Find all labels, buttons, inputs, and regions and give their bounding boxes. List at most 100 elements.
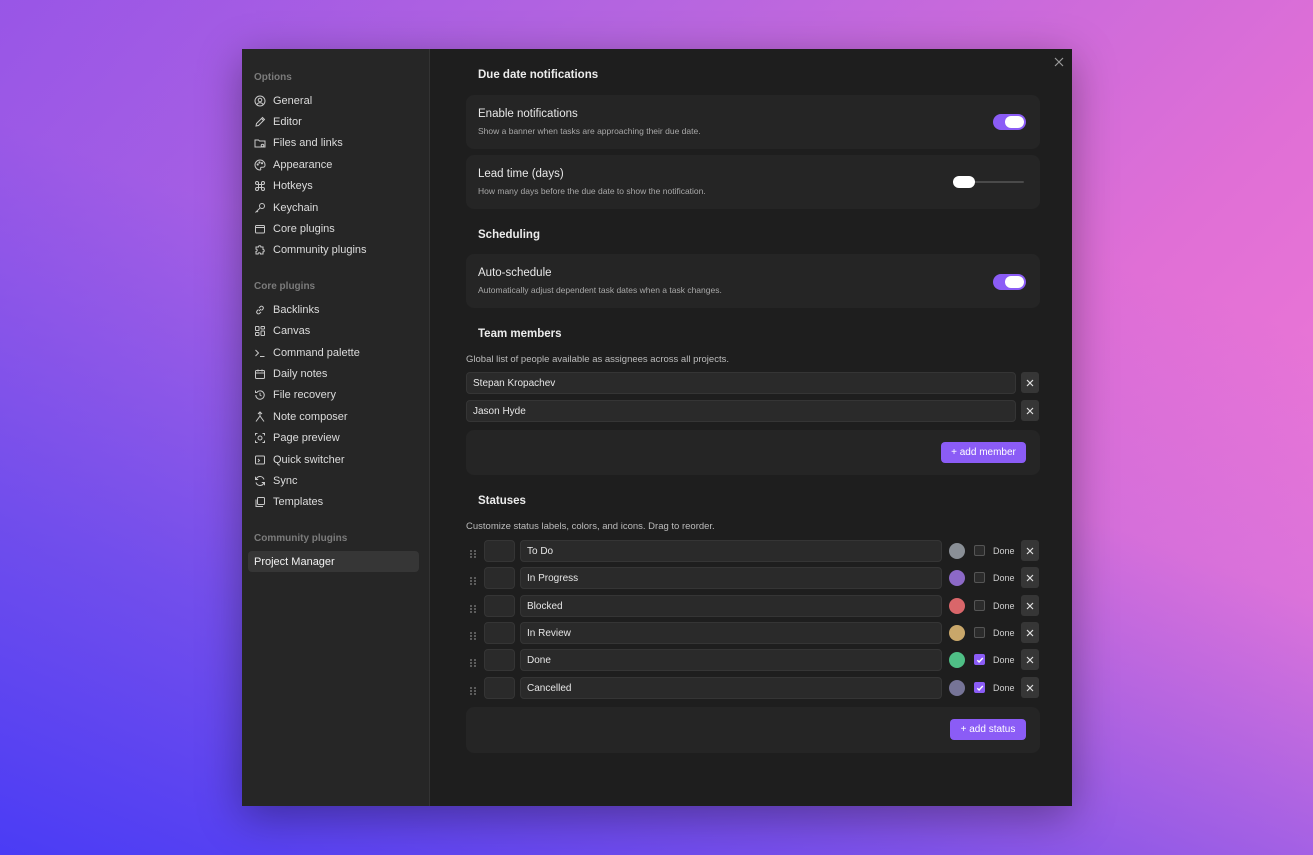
team-member-input[interactable]: Stepan Kropachev xyxy=(466,372,1016,394)
remove-status-button[interactable] xyxy=(1021,567,1039,588)
sidebar-item-label: Project Manager xyxy=(254,555,335,568)
sidebar-item-label: Appearance xyxy=(273,158,333,171)
lead-time-slider-thumb[interactable] xyxy=(953,176,975,188)
sidebar-item-general[interactable]: General xyxy=(248,90,419,111)
status-icon-picker[interactable] xyxy=(484,540,515,562)
status-done-checkbox[interactable] xyxy=(974,545,985,556)
sidebar-item-keychain[interactable]: Keychain xyxy=(248,197,419,218)
drag-handle-icon[interactable] xyxy=(469,628,477,640)
enable-notifications-toggle[interactable] xyxy=(993,114,1026,130)
sidebar-item-file-recovery[interactable]: File recovery xyxy=(248,385,419,406)
template-icon xyxy=(254,496,266,508)
remove-member-button[interactable] xyxy=(1021,400,1039,421)
sidebar-item-note-composer[interactable]: Note composer xyxy=(248,406,419,427)
status-label-input[interactable]: In Review xyxy=(520,622,942,644)
remove-status-button[interactable] xyxy=(1021,540,1039,561)
sidebar-item-community-plugins[interactable]: Community plugins xyxy=(248,240,419,261)
status-color-swatch[interactable] xyxy=(949,570,965,586)
sidebar-item-hotkeys[interactable]: Hotkeys xyxy=(248,176,419,197)
sidebar-item-backlinks[interactable]: Backlinks xyxy=(248,299,419,320)
status-label-input[interactable]: Blocked xyxy=(520,595,942,617)
remove-status-button[interactable] xyxy=(1021,649,1039,670)
terminal-icon xyxy=(254,347,266,359)
team-member-input[interactable]: Jason Hyde xyxy=(466,400,1016,422)
add-member-button[interactable]: + add member xyxy=(941,442,1026,463)
add-status-row: + add status xyxy=(466,707,1040,753)
pencil-icon xyxy=(254,116,266,128)
status-done-checkbox[interactable] xyxy=(974,572,985,583)
drag-handle-icon[interactable] xyxy=(469,683,477,695)
status-color-swatch[interactable] xyxy=(949,625,965,641)
close-icon xyxy=(1026,656,1034,663)
sidebar-item-page-preview[interactable]: Page preview xyxy=(248,427,419,448)
status-done-label: Done xyxy=(993,546,1015,556)
remove-status-button[interactable] xyxy=(1021,677,1039,698)
sidebar-heading: Options xyxy=(254,72,292,83)
sidebar-item-project-manager[interactable]: Project Manager xyxy=(248,551,419,573)
setting-description: How many days before the due date to sho… xyxy=(478,186,706,196)
sidebar-item-label: Files and links xyxy=(273,137,343,150)
sidebar-item-label: General xyxy=(273,94,313,107)
section-title-statuses: Statuses xyxy=(478,495,526,507)
status-done-label: Done xyxy=(993,573,1015,583)
status-done-label: Done xyxy=(993,628,1015,638)
sidebar-item-daily-notes[interactable]: Daily notes xyxy=(248,363,419,384)
status-label-input[interactable]: To Do xyxy=(520,540,942,562)
status-done-checkbox[interactable] xyxy=(974,627,985,638)
status-done-checkbox[interactable] xyxy=(974,600,985,611)
sidebar-item-label: Backlinks xyxy=(273,303,320,316)
status-icon-picker[interactable] xyxy=(484,595,515,617)
sidebar-item-editor[interactable]: Editor xyxy=(248,111,419,132)
calendar-icon xyxy=(254,368,266,380)
settings-modal: Options General Editor Files and links A… xyxy=(242,49,1072,806)
status-icon-picker[interactable] xyxy=(484,567,515,589)
status-icon-picker[interactable] xyxy=(484,677,515,699)
status-color-swatch[interactable] xyxy=(949,598,965,614)
drag-handle-icon[interactable] xyxy=(469,573,477,585)
status-color-swatch[interactable] xyxy=(949,543,965,559)
status-color-swatch[interactable] xyxy=(949,680,965,696)
setting-title: Auto-schedule xyxy=(478,267,552,279)
status-icon-picker[interactable] xyxy=(484,649,515,671)
close-button[interactable] xyxy=(1052,55,1066,69)
status-done-checkbox[interactable] xyxy=(974,682,985,693)
status-done-checkbox[interactable] xyxy=(974,654,985,665)
sidebar-heading: Core plugins xyxy=(254,281,316,293)
sidebar-item-label: Page preview xyxy=(273,432,340,445)
sidebar-heading: Community plugins xyxy=(254,533,348,545)
remove-status-button[interactable] xyxy=(1021,595,1039,616)
drag-handle-icon[interactable] xyxy=(469,546,477,558)
close-icon xyxy=(1026,379,1034,386)
auto-schedule-toggle[interactable] xyxy=(993,274,1026,290)
sidebar-item-command-palette[interactable]: Command palette xyxy=(248,342,419,363)
remove-member-button[interactable] xyxy=(1021,372,1039,393)
sidebar-item-label: Sync xyxy=(273,474,298,487)
check-icon xyxy=(976,685,983,691)
close-icon xyxy=(1026,629,1034,636)
setting-description: Show a banner when tasks are approaching… xyxy=(478,126,701,136)
sidebar-item-quick-switcher[interactable]: Quick switcher xyxy=(248,449,419,470)
close-icon xyxy=(1026,547,1034,554)
sidebar-item-canvas[interactable]: Canvas xyxy=(248,321,419,342)
status-icon-picker[interactable] xyxy=(484,622,515,644)
drag-handle-icon xyxy=(470,550,476,558)
close-icon xyxy=(1026,602,1034,609)
sidebar-item-files-and-links[interactable]: Files and links xyxy=(248,133,419,154)
add-status-button[interactable]: + add status xyxy=(950,719,1026,740)
check-icon xyxy=(976,657,983,663)
drag-handle-icon[interactable] xyxy=(469,655,477,667)
status-done-label: Done xyxy=(993,601,1015,611)
sidebar-item-templates[interactable]: Templates xyxy=(248,492,419,513)
sidebar-item-sync[interactable]: Sync xyxy=(248,470,419,491)
link-icon xyxy=(254,304,266,316)
sidebar-item-appearance[interactable]: Appearance xyxy=(248,154,419,175)
section-title-scheduling: Scheduling xyxy=(478,229,540,241)
status-color-swatch[interactable] xyxy=(949,652,965,668)
status-label-input[interactable]: Done xyxy=(520,649,942,671)
status-label-input[interactable]: Cancelled xyxy=(520,677,942,699)
status-label-input[interactable]: In Progress xyxy=(520,567,942,589)
sidebar-item-label: File recovery xyxy=(273,389,336,402)
drag-handle-icon[interactable] xyxy=(469,601,477,613)
remove-status-button[interactable] xyxy=(1021,622,1039,643)
sidebar-item-core-plugins[interactable]: Core plugins xyxy=(248,218,419,239)
